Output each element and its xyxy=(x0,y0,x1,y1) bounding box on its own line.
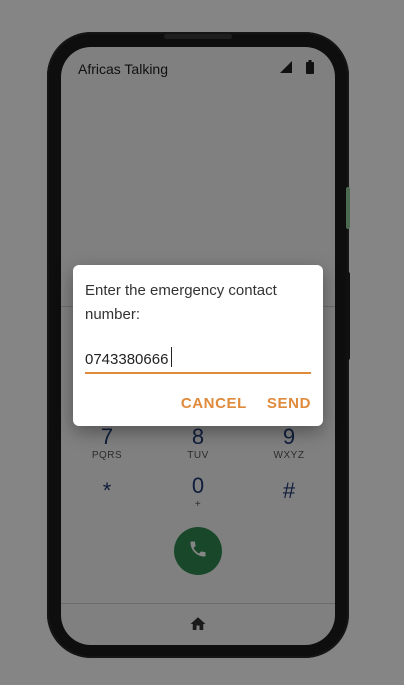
dialog-message: Enter the emergency contact number: xyxy=(85,282,277,323)
emergency-contact-dialog: Enter the emergency contact number: CANC… xyxy=(73,265,323,426)
emergency-number-input[interactable] xyxy=(85,346,311,374)
cancel-button[interactable]: CANCEL xyxy=(181,395,247,412)
text-cursor xyxy=(171,347,172,367)
send-button[interactable]: SEND xyxy=(267,395,311,412)
dialog-actions: CANCEL SEND xyxy=(181,395,311,412)
